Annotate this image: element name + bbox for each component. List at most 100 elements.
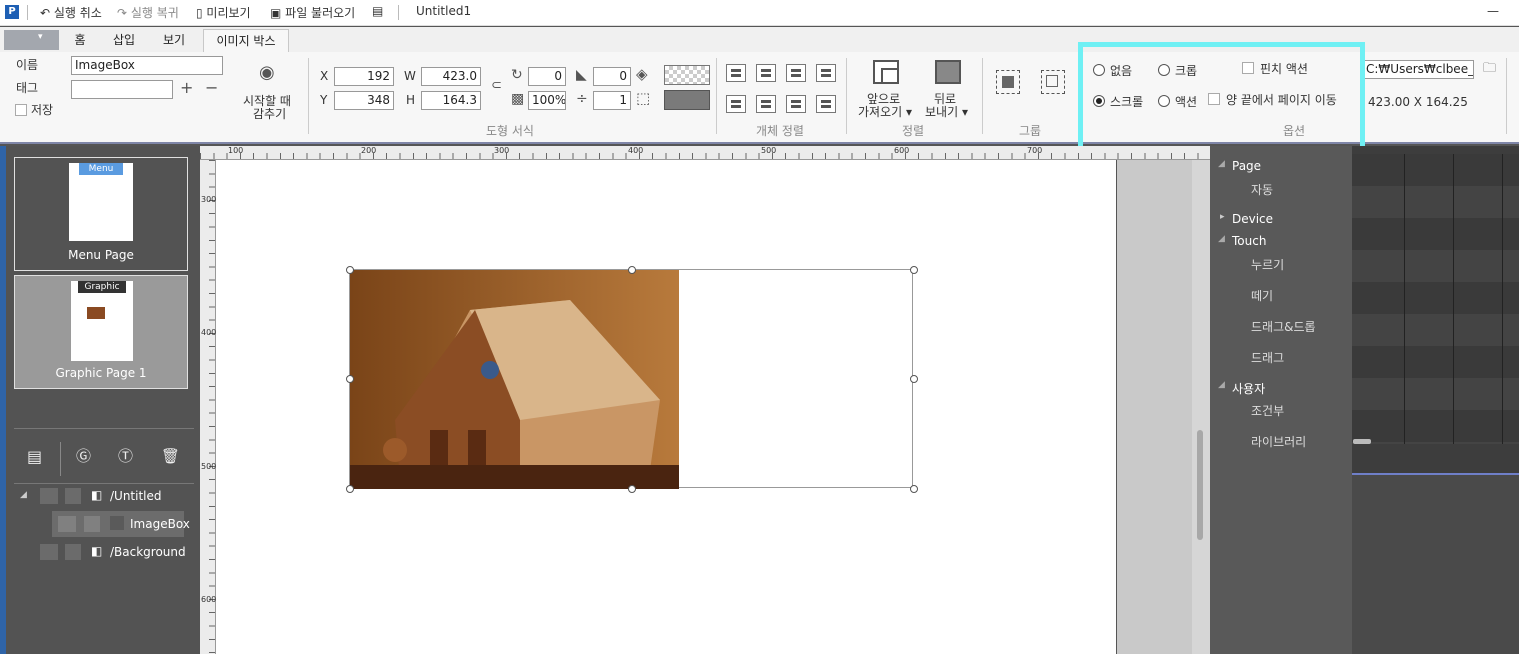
- resize-handle[interactable]: [910, 375, 918, 383]
- collapse-icon[interactable]: ◢: [1218, 159, 1225, 169]
- page-preview: Menu: [69, 163, 133, 241]
- save-label: 저장: [31, 103, 54, 117]
- align-right-button[interactable]: [786, 64, 806, 82]
- event-group-page[interactable]: Page: [1232, 159, 1261, 173]
- visibility-icon[interactable]: [40, 544, 58, 560]
- name-input[interactable]: ImageBox: [71, 56, 223, 75]
- lock-icon[interactable]: [84, 516, 100, 532]
- fill-bucket-icon[interactable]: ◈: [636, 67, 648, 82]
- resize-handle[interactable]: [628, 485, 636, 493]
- resize-handle[interactable]: [910, 266, 918, 274]
- link-icon[interactable]: ⊂: [491, 79, 502, 92]
- redo-button[interactable]: ↷ 실행 복귀: [117, 4, 179, 21]
- lock-icon[interactable]: [65, 488, 81, 504]
- event-page-auto[interactable]: 자동: [1251, 181, 1273, 198]
- folder-icon[interactable]: 🗀: [1483, 62, 1496, 75]
- order-group-label: 정렬: [902, 124, 925, 138]
- group-icon[interactable]: [996, 70, 1020, 94]
- distribute-horizontal-button[interactable]: [816, 64, 836, 82]
- expand-icon[interactable]: ▸: [1220, 212, 1225, 222]
- file-path-input[interactable]: C:₩Users₩clbee_pul: [1362, 60, 1474, 79]
- event-touch-drag[interactable]: 드래그: [1251, 349, 1284, 366]
- event-group-touch[interactable]: Touch: [1232, 234, 1266, 248]
- event-touch-drag-drop[interactable]: 드래그&드롭: [1251, 318, 1316, 335]
- image-box[interactable]: [346, 266, 918, 493]
- event-user-library[interactable]: 라이브러리: [1251, 433, 1306, 450]
- graphic-page-icon[interactable]: Ⓖ: [76, 449, 91, 464]
- text-page-icon[interactable]: Ⓣ: [118, 449, 133, 464]
- ungroup-icon[interactable]: [1041, 70, 1065, 94]
- save-icon[interactable]: ▤: [372, 4, 383, 18]
- opacity-input[interactable]: 100%: [528, 91, 566, 110]
- tab-insert[interactable]: 삽입: [104, 29, 144, 52]
- tab-view[interactable]: 보기: [154, 29, 194, 52]
- expand-icon[interactable]: ◢: [20, 490, 27, 500]
- collapse-icon[interactable]: ◢: [1218, 380, 1225, 390]
- bring-front-icon[interactable]: [873, 60, 899, 84]
- vertical-scrollbar[interactable]: [1192, 160, 1210, 654]
- distribute-vertical-button[interactable]: [816, 95, 836, 113]
- undo-button[interactable]: ↶ 실행 취소: [40, 4, 102, 21]
- resize-handle[interactable]: [628, 266, 636, 274]
- collapse-icon[interactable]: ◢: [1218, 234, 1225, 244]
- file-menu-button[interactable]: ▾: [4, 30, 59, 50]
- tab-home[interactable]: 홈: [64, 29, 96, 52]
- shape-format-group-label: 도형 서식: [486, 124, 534, 138]
- hide-on-start-label-2[interactable]: 감추기: [253, 105, 286, 122]
- y-input[interactable]: 348: [334, 91, 394, 110]
- events-panel: ◢ Page 자동 ▸ Device ◢ Touch 누르기 떼기 드래그&드롭…: [1210, 146, 1352, 654]
- tag-input[interactable]: [71, 80, 173, 99]
- import-file-label: 파일 불러오기: [285, 6, 356, 20]
- send-back-icon[interactable]: [935, 60, 961, 84]
- align-left-button[interactable]: [726, 64, 746, 82]
- resize-handle[interactable]: [346, 266, 354, 274]
- rotation-input[interactable]: 0: [528, 67, 566, 86]
- visibility-icon[interactable]: [40, 488, 58, 504]
- add-page-icon[interactable]: ▤: [27, 449, 42, 465]
- save-checkbox[interactable]: [15, 104, 27, 116]
- align-top-button[interactable]: [726, 95, 746, 113]
- align-center-button[interactable]: [756, 64, 776, 82]
- scroll-thumb[interactable]: [1197, 430, 1203, 540]
- eye-icon[interactable]: ◉: [259, 64, 275, 82]
- import-file-button[interactable]: ▣ 파일 불러오기: [270, 4, 355, 21]
- w-input[interactable]: 423.0: [421, 67, 481, 86]
- add-tag-icon[interactable]: +: [180, 80, 193, 96]
- corner-radius-input[interactable]: 0: [593, 67, 631, 86]
- layer-row[interactable]: ImageBox: [52, 511, 190, 537]
- align-middle-button[interactable]: [756, 95, 776, 113]
- event-user-conditional[interactable]: 조건부: [1251, 402, 1284, 419]
- layer-name: /Background: [110, 545, 186, 559]
- minimize-button[interactable]: —: [1487, 4, 1499, 18]
- event-group-user[interactable]: 사용자: [1232, 380, 1265, 397]
- x-input[interactable]: 192: [334, 67, 394, 86]
- bring-front-label-2[interactable]: 가져오기 ▾: [858, 103, 912, 120]
- resize-handle[interactable]: [910, 485, 918, 493]
- remove-tag-icon[interactable]: −: [205, 80, 218, 96]
- resize-handle[interactable]: [346, 375, 354, 383]
- lock-icon[interactable]: [65, 544, 81, 560]
- h-input[interactable]: 164.3: [421, 91, 481, 110]
- border-width-input[interactable]: 1: [593, 91, 631, 110]
- send-back-label-2[interactable]: 보내기 ▾: [925, 103, 968, 120]
- page-thumb-graphic[interactable]: Graphic Graphic Page 1: [14, 275, 188, 389]
- timeline-scroll-thumb[interactable]: [1353, 439, 1371, 444]
- event-touch-release[interactable]: 떼기: [1251, 287, 1273, 304]
- layer-row[interactable]: ◢ ◧ /Untitled: [14, 484, 184, 510]
- event-group-device[interactable]: Device: [1232, 212, 1273, 226]
- redo-label: 실행 복귀: [130, 6, 179, 20]
- event-touch-press[interactable]: 누르기: [1251, 256, 1284, 273]
- page-thumb-menu[interactable]: Menu Menu Page: [14, 157, 188, 271]
- tab-image-box[interactable]: 이미지 박스: [203, 29, 289, 52]
- border-icon[interactable]: ⬚: [636, 91, 650, 106]
- border-color-picker[interactable]: [664, 90, 710, 110]
- align-bottom-button[interactable]: [786, 95, 806, 113]
- fill-color-picker[interactable]: [664, 65, 710, 85]
- resize-handle[interactable]: [346, 485, 354, 493]
- w-label: W: [404, 69, 416, 83]
- preview-button[interactable]: ▯ 미리보기: [196, 4, 251, 21]
- visibility-icon[interactable]: [58, 516, 76, 532]
- layer-row[interactable]: ◧ /Background: [14, 540, 186, 566]
- delete-page-icon[interactable]: 🗑: [161, 449, 180, 464]
- canvas[interactable]: [216, 160, 1116, 654]
